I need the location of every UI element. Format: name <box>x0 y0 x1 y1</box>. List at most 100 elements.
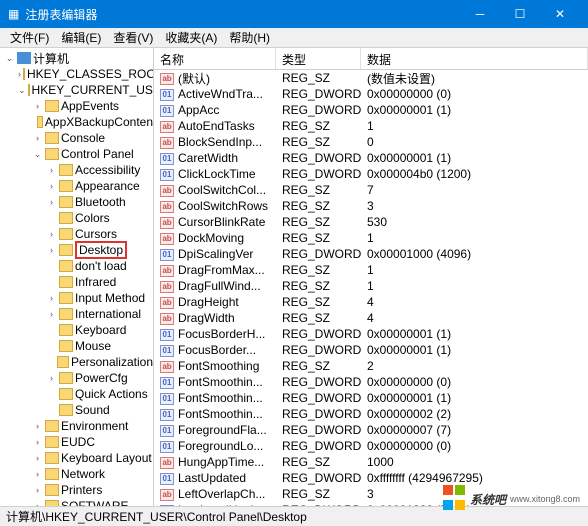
tree-node[interactable]: ›Printers <box>0 482 153 498</box>
tree-node[interactable]: ⌄Control Panel <box>0 146 153 162</box>
cell-data: 4 <box>361 311 588 325</box>
tree-node[interactable]: Personalization <box>0 354 153 370</box>
minimize-button[interactable]: ─ <box>460 0 500 28</box>
menu-item[interactable]: 文件(F) <box>4 27 55 48</box>
tree-node[interactable]: ›SOFTWARE <box>0 498 153 506</box>
tree-node[interactable]: ›Cursors <box>0 226 153 242</box>
tree-pane[interactable]: ⌄ 计算机›HKEY_CLASSES_ROOT⌄HKEY_CURRENT_USER… <box>0 48 154 506</box>
close-button[interactable]: ✕ <box>540 0 580 28</box>
list-row[interactable]: abDragFromMax...REG_SZ1 <box>154 262 588 278</box>
menu-item[interactable]: 帮助(H) <box>223 27 276 48</box>
tree-node[interactable]: ›Bluetooth <box>0 194 153 210</box>
menu-item[interactable]: 查看(V) <box>107 27 159 48</box>
tree-label: don't load <box>75 259 127 273</box>
list-row[interactable]: 01FontSmoothin...REG_DWORD0x00000002 (2) <box>154 406 588 422</box>
list-row[interactable]: 01ForegroundLo...REG_DWORD0x00000000 (0) <box>154 438 588 454</box>
collapse-icon[interactable]: ⌄ <box>32 149 43 160</box>
tree-node[interactable]: ›Input Method <box>0 290 153 306</box>
tree-label: 计算机 <box>33 50 69 67</box>
tree-label: PowerCfg <box>75 371 128 385</box>
tree-node[interactable]: Infrared <box>0 274 153 290</box>
expand-icon[interactable]: › <box>32 469 43 480</box>
cell-data: 1 <box>361 119 588 133</box>
cell-type: REG_DWORD <box>276 503 361 506</box>
list-row[interactable]: 01AppAccREG_DWORD0x00000001 (1) <box>154 102 588 118</box>
expand-icon[interactable]: › <box>46 373 57 384</box>
list-row[interactable]: 01FontSmoothin...REG_DWORD0x00000000 (0) <box>154 374 588 390</box>
tree-node[interactable]: Mouse <box>0 338 153 354</box>
folder-icon <box>28 84 30 96</box>
expand-icon[interactable]: › <box>46 293 57 304</box>
list-row[interactable]: abCoolSwitchRowsREG_SZ3 <box>154 198 588 214</box>
expand-icon[interactable]: › <box>46 181 57 192</box>
list-row[interactable]: 01ClickLockTimeREG_DWORD0x000004b0 (1200… <box>154 166 588 182</box>
col-data[interactable]: 数据 <box>361 48 588 69</box>
expand-icon[interactable]: › <box>46 197 57 208</box>
expand-icon[interactable]: › <box>18 69 21 80</box>
tree-node[interactable]: ›EUDC <box>0 434 153 450</box>
expand-icon[interactable]: › <box>46 165 57 176</box>
expand-icon[interactable]: › <box>32 437 43 448</box>
tree-node[interactable]: ›International <box>0 306 153 322</box>
expand-icon[interactable]: › <box>46 245 57 256</box>
expand-icon[interactable]: › <box>46 309 57 320</box>
cell-type: REG_SZ <box>276 311 361 325</box>
list-row[interactable]: 01FocusBorderH...REG_DWORD0x00000001 (1) <box>154 326 588 342</box>
list-row[interactable]: 01FontSmoothin...REG_DWORD0x00000001 (1) <box>154 390 588 406</box>
tree-node[interactable]: ›Keyboard Layout <box>0 450 153 466</box>
list-row[interactable]: abBlockSendInp...REG_SZ0 <box>154 134 588 150</box>
list-row[interactable]: abCursorBlinkRateREG_SZ530 <box>154 214 588 230</box>
tree-node[interactable]: Keyboard <box>0 322 153 338</box>
list-row[interactable]: 01FocusBorder...REG_DWORD0x00000001 (1) <box>154 342 588 358</box>
list-row[interactable]: abCoolSwitchCol...REG_SZ7 <box>154 182 588 198</box>
list-row[interactable]: 01CaretWidthREG_DWORD0x00000001 (1) <box>154 150 588 166</box>
expand-icon[interactable]: › <box>32 485 43 496</box>
list-row[interactable]: 01ForegroundFla...REG_DWORD0x00000007 (7… <box>154 422 588 438</box>
expand-icon[interactable]: › <box>32 453 43 464</box>
tree-node[interactable]: ›Desktop <box>0 242 153 258</box>
list-row[interactable]: 01DpiScalingVerREG_DWORD0x00001000 (4096… <box>154 246 588 262</box>
tree-node[interactable]: ›Console <box>0 130 153 146</box>
tree-node[interactable]: ›HKEY_CLASSES_ROOT <box>0 66 153 82</box>
menu-item[interactable]: 编辑(E) <box>55 27 107 48</box>
tree-node[interactable]: ›AppEvents <box>0 98 153 114</box>
list-row[interactable]: abFontSmoothingREG_SZ2 <box>154 358 588 374</box>
string-value-icon: ab <box>160 137 174 149</box>
cell-name: 01ActiveWndTra... <box>154 87 276 101</box>
tree-node[interactable]: › PowerCfg <box>0 370 153 386</box>
expand-icon[interactable]: › <box>32 133 43 144</box>
tree-node[interactable]: ›Accessibility <box>0 162 153 178</box>
col-name[interactable]: 名称 <box>154 48 276 69</box>
list-row[interactable]: abDragWidthREG_SZ4 <box>154 310 588 326</box>
tree-node[interactable]: Quick Actions <box>0 386 153 402</box>
col-type[interactable]: 类型 <box>276 48 361 69</box>
cell-type: REG_DWORD <box>276 343 361 357</box>
cell-type: REG_SZ <box>276 199 361 213</box>
maximize-button[interactable]: ☐ <box>500 0 540 28</box>
menu-item[interactable]: 收藏夹(A) <box>159 27 223 48</box>
tree-node[interactable]: ⌄HKEY_CURRENT_USER <box>0 82 153 98</box>
list-row[interactable]: ab(默认)REG_SZ(数值未设置) <box>154 70 588 86</box>
expand-icon[interactable]: › <box>32 421 43 432</box>
tree-node[interactable]: don't load <box>0 258 153 274</box>
tree-node[interactable]: ›Network <box>0 466 153 482</box>
tree-node[interactable]: ›Appearance <box>0 178 153 194</box>
list-row[interactable]: abAutoEndTasksREG_SZ1 <box>154 118 588 134</box>
collapse-icon[interactable]: ⌄ <box>18 85 26 96</box>
expand-icon[interactable]: › <box>32 101 43 112</box>
expand-icon[interactable]: › <box>32 501 43 507</box>
list-row[interactable]: abDragHeightREG_SZ4 <box>154 294 588 310</box>
tree-node[interactable]: Sound <box>0 402 153 418</box>
list-row[interactable]: abDragFullWind...REG_SZ1 <box>154 278 588 294</box>
tree-node[interactable]: ⌄ 计算机 <box>0 50 153 66</box>
tree-node[interactable]: Colors <box>0 210 153 226</box>
tree-node[interactable]: ›Environment <box>0 418 153 434</box>
list-row[interactable]: abHungAppTime...REG_SZ1000 <box>154 454 588 470</box>
cell-type: REG_DWORD <box>276 471 361 485</box>
list-row[interactable]: abDockMovingREG_SZ1 <box>154 230 588 246</box>
list-row[interactable]: 01ActiveWndTra...REG_DWORD0x00000000 (0) <box>154 86 588 102</box>
collapse-icon[interactable]: ⌄ <box>4 53 15 64</box>
expand-icon[interactable]: › <box>46 229 57 240</box>
list-header[interactable]: 名称 类型 数据 <box>154 48 588 70</box>
tree-node[interactable]: AppXBackupConten <box>0 114 153 130</box>
